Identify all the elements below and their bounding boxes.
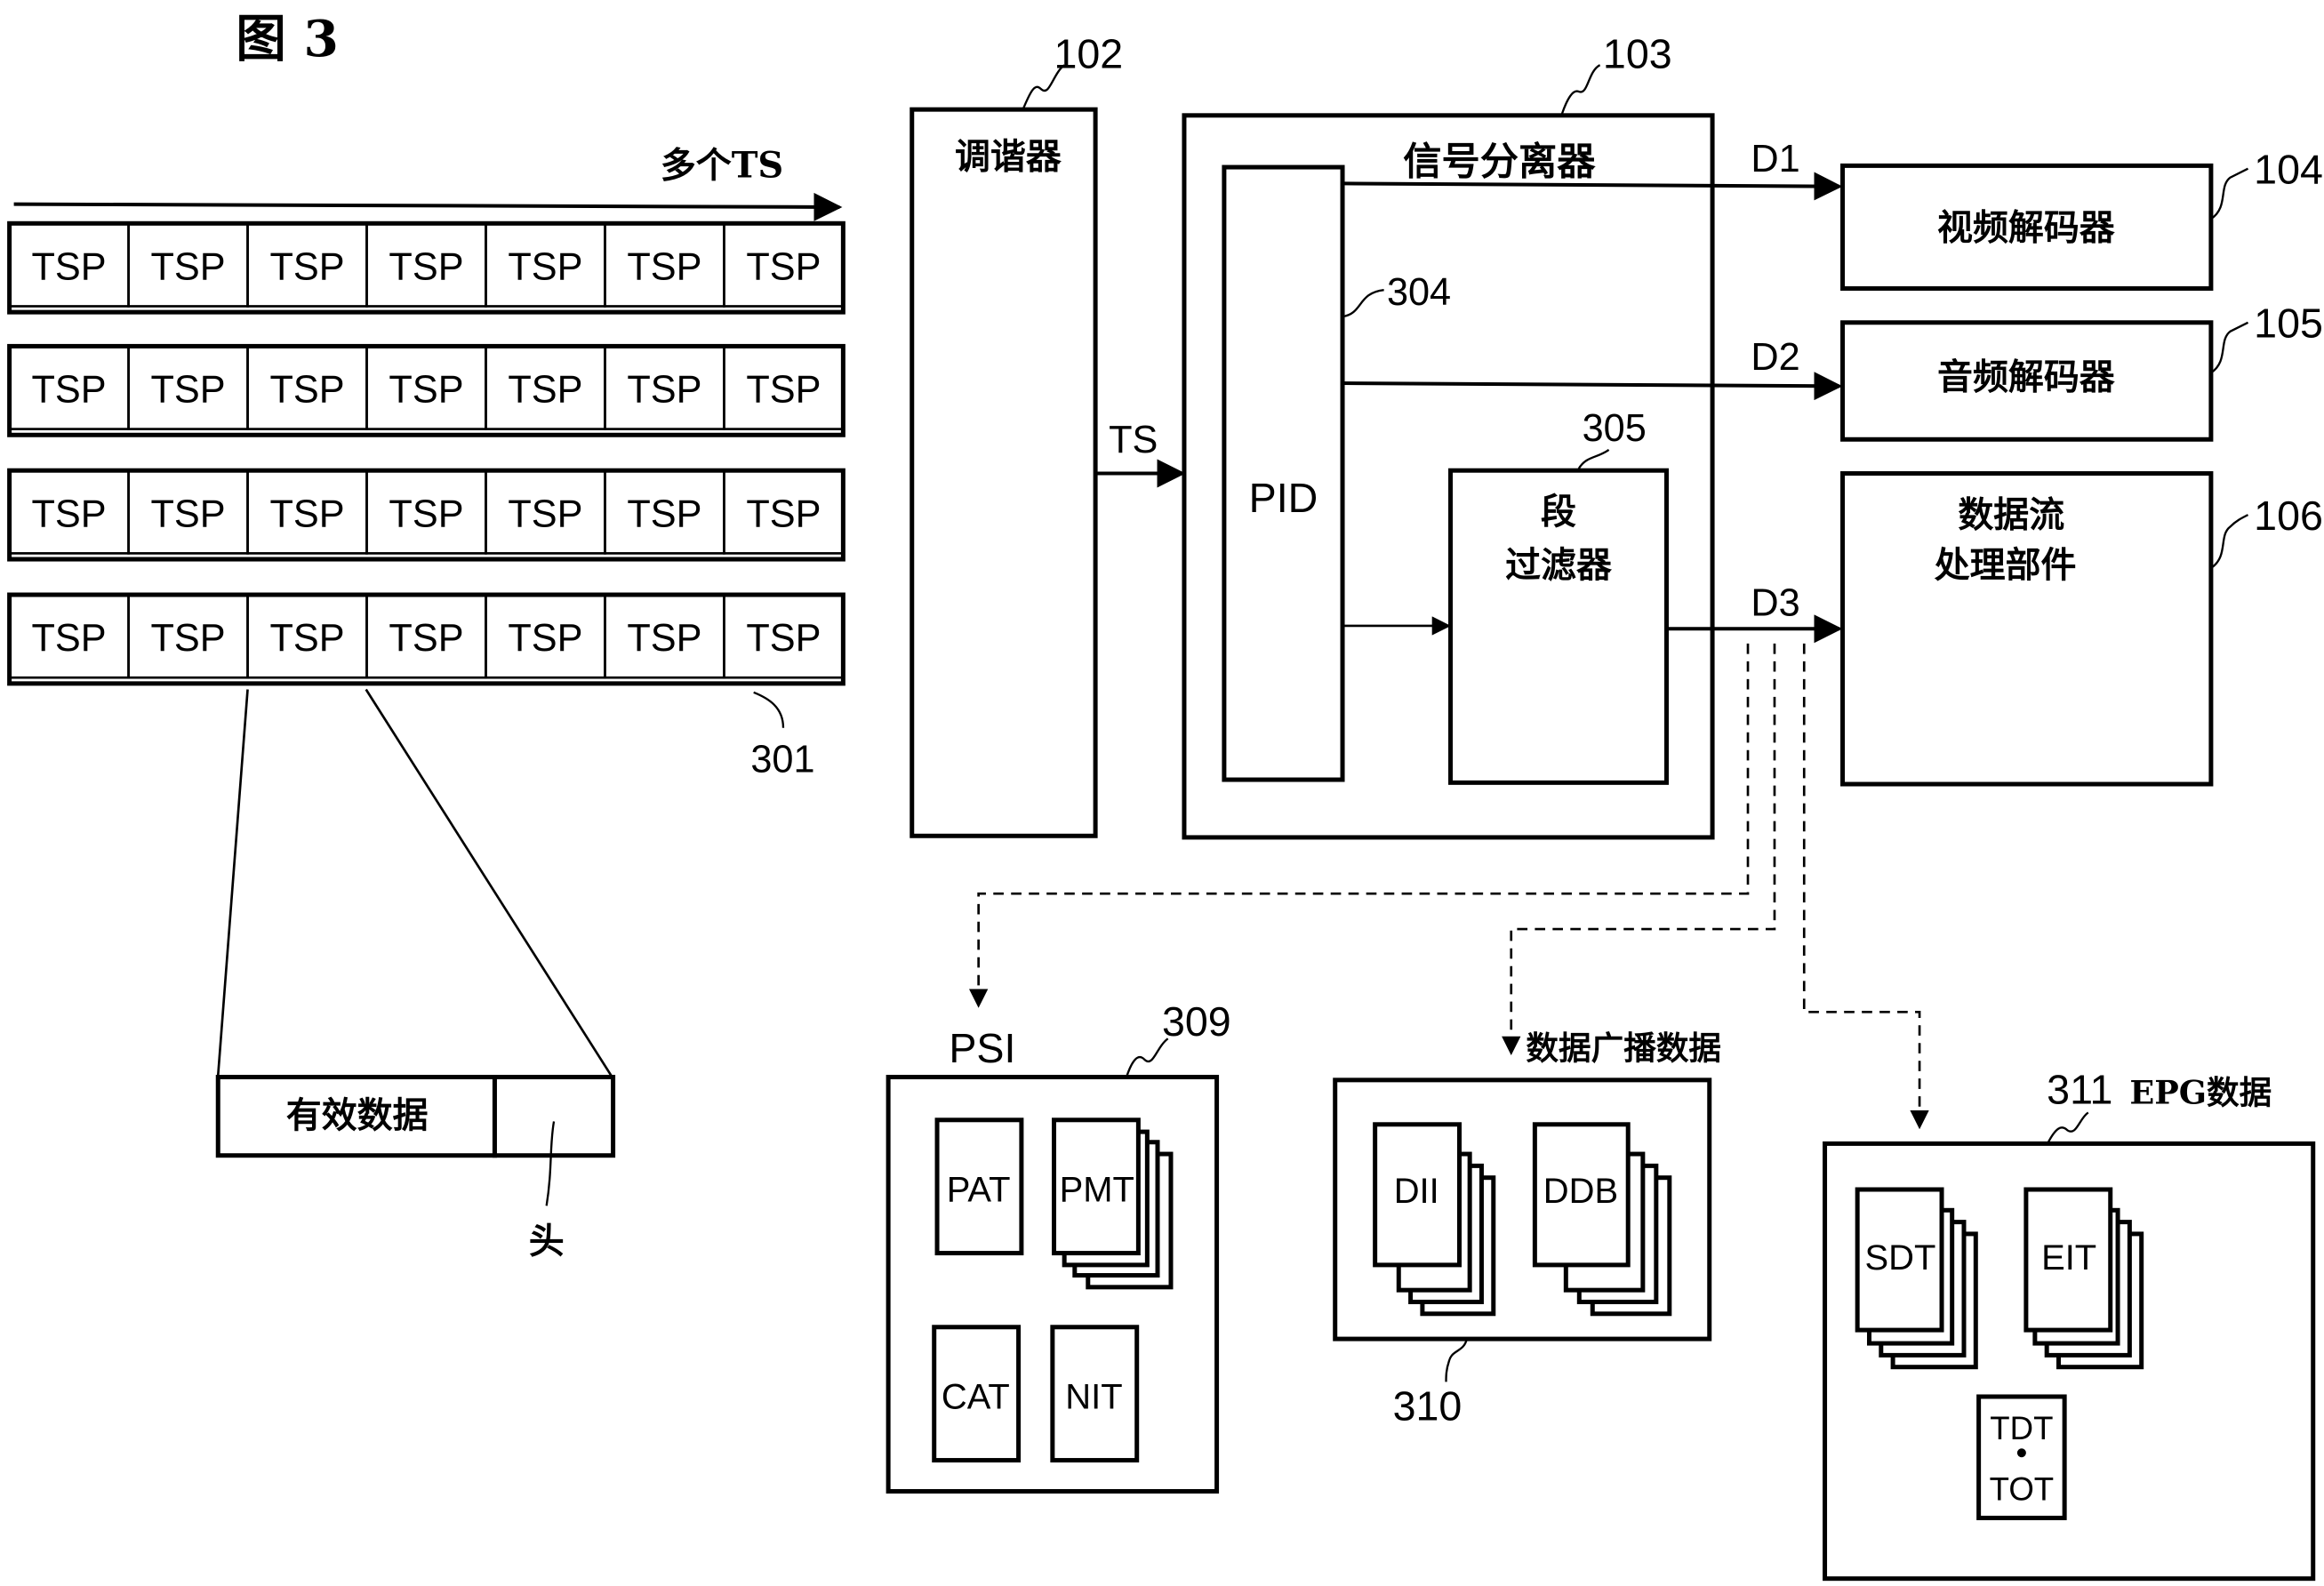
- data-broadcast-title: 数据广播数据: [1526, 1029, 1721, 1068]
- tuner-label: 调谐器: [955, 136, 1062, 178]
- tsp-label: TSP: [269, 369, 344, 412]
- tdt-tot-separator-dot: [2016, 1448, 2026, 1458]
- packet-header: [492, 1075, 616, 1158]
- ref-106: 106: [2254, 493, 2323, 539]
- pat-label: PAT: [947, 1170, 1011, 1209]
- ddb-label: DDB: [1543, 1172, 1618, 1211]
- tuner-box: [910, 107, 1098, 838]
- packet-zoom-line-right: [365, 688, 614, 1079]
- tsp-label: TSP: [32, 246, 107, 289]
- ref-104: 104: [2254, 146, 2323, 192]
- packet-zoom-line-left: [216, 689, 249, 1076]
- pmt-label: PMT: [1060, 1170, 1134, 1209]
- data-stream-processor-block: 数据流 处理部件 106: [1840, 471, 2323, 787]
- tsp-label: TSP: [508, 369, 582, 412]
- ref-leader-311: [2046, 1111, 2089, 1146]
- tsp-label: TSP: [627, 246, 701, 289]
- stream-label: 多个TS: [661, 145, 783, 187]
- tsp-label: TSP: [627, 617, 701, 660]
- figure-3-diagram: 图 3 多个TS TSP TSP TSP TSP TSP TSP TSPTSP TSP TSP T…: [7, 10, 2323, 1582]
- epg-group: 311 EPG数据 SDT EIT TDT TOT: [1823, 1066, 2316, 1582]
- packet-payload-label: 有效数据: [286, 1094, 429, 1136]
- ref-leader-104: [2210, 167, 2249, 220]
- tsp-label: TSP: [508, 246, 582, 289]
- tdt-label: TDT: [1990, 1410, 2053, 1446]
- tsp-label: TSP: [627, 493, 701, 535]
- ref-leader-105: [2210, 321, 2249, 374]
- ref-310: 310: [1393, 1383, 1463, 1430]
- d3-label: D3: [1751, 581, 1799, 624]
- tsp-label: TSP: [746, 369, 821, 412]
- psi-title: PSI: [949, 1025, 1015, 1071]
- tsp-label: TSP: [32, 493, 107, 535]
- d1-label: D1: [1751, 138, 1799, 180]
- ref-305: 305: [1583, 407, 1647, 450]
- ref-311: 311: [2047, 1066, 2112, 1112]
- tsp-label: TSP: [389, 493, 463, 535]
- tsp-label: TSP: [746, 617, 821, 660]
- tuner-block: 调谐器 102: [910, 31, 1124, 838]
- nit-label: NIT: [1065, 1377, 1122, 1416]
- ref-103: 103: [1603, 31, 1672, 77]
- ref-309: 309: [1162, 998, 1231, 1045]
- ref-304: 304: [1387, 271, 1451, 314]
- section-filter-label-1: 段: [1541, 491, 1576, 533]
- tsp-label: TSP: [150, 617, 225, 660]
- tsp-label: TSP: [746, 246, 821, 289]
- demux-label: 信号分离器: [1403, 139, 1596, 184]
- packet-structure: 有效数据 头: [215, 1075, 616, 1262]
- tsp-label: TSP: [32, 369, 107, 412]
- tsp-label: TSP: [269, 493, 344, 535]
- tsp-label: TSP: [150, 493, 225, 535]
- data-stream-processor-label-1: 数据流: [1958, 493, 2064, 535]
- ref-leader-301: [753, 691, 785, 728]
- tsp-label: TSP: [508, 617, 582, 660]
- packet-header-label: 头: [529, 1221, 565, 1262]
- pid-label: PID: [1249, 475, 1318, 521]
- ref-105: 105: [2254, 300, 2323, 346]
- dii-label: DII: [1394, 1172, 1439, 1211]
- tsp-label: TSP: [389, 369, 463, 412]
- data-stream-processor-label-2: 处理部件: [1935, 544, 2077, 586]
- tsp-row: TSP TSP TSP TSP TSP TSP TSP: [7, 220, 845, 315]
- tsp-label: TSP: [627, 369, 701, 412]
- tot-label: TOT: [1990, 1470, 2055, 1507]
- tsp-label: TSP: [269, 617, 344, 660]
- tsp-label: TSP: [32, 617, 107, 660]
- audio-decoder-block: 音频解码器 105: [1840, 300, 2323, 442]
- demux-block: 信号分离器 103 PID 304 段 过滤器 305: [1182, 31, 1715, 840]
- ref-leader-106: [2210, 514, 2249, 570]
- ref-102: 102: [1054, 31, 1124, 77]
- ref-leader-103: [1560, 64, 1601, 116]
- tsp-label: TSP: [508, 493, 582, 535]
- pid-box: [1222, 164, 1345, 782]
- section-filter-label-2: 过滤器: [1505, 544, 1613, 586]
- sdt-label: SDT: [1864, 1238, 1935, 1278]
- tsp-rows: TSP TSP TSP TSP TSP TSP TSPTSP TSP TSP TSP TSP TSP T…: [7, 220, 845, 686]
- tsp-row: TSP TSP TSP TSP TSP TSP TSP: [7, 592, 845, 686]
- tsp-label: TSP: [269, 246, 344, 289]
- cat-label: CAT: [942, 1377, 1010, 1416]
- eit-label: EIT: [2041, 1238, 2096, 1278]
- tsp-label: TSP: [746, 493, 821, 535]
- tsp-label: TSP: [389, 246, 463, 289]
- audio-decoder-label: 音频解码器: [1937, 356, 2116, 398]
- data-broadcast-group: 数据广播数据 DII DDB 310: [1333, 1029, 1721, 1430]
- figure-title: 图 3: [236, 10, 339, 68]
- stream-direction-arrow: [13, 192, 843, 221]
- video-decoder-label: 视频解码器: [1937, 207, 2116, 249]
- epg-title: EPG数据: [2129, 1073, 2272, 1111]
- ref-leader-310: [1445, 1338, 1468, 1382]
- tsp-row: TSP TSP TSP TSP TSP TSP TSP: [7, 343, 845, 437]
- psi-group: PSI 309 PAT PMT CAT NIT: [886, 998, 1231, 1494]
- ts-label: TS: [1109, 419, 1158, 461]
- video-decoder-block: 视频解码器 104: [1840, 146, 2323, 292]
- tsp-label: TSP: [389, 617, 463, 660]
- d2-label: D2: [1751, 336, 1799, 379]
- tsp-row: TSP TSP TSP TSP TSP TSP TSP: [7, 468, 845, 562]
- tsp-label: TSP: [150, 369, 225, 412]
- tsp-label: TSP: [150, 246, 225, 289]
- ref-301: 301: [750, 739, 814, 781]
